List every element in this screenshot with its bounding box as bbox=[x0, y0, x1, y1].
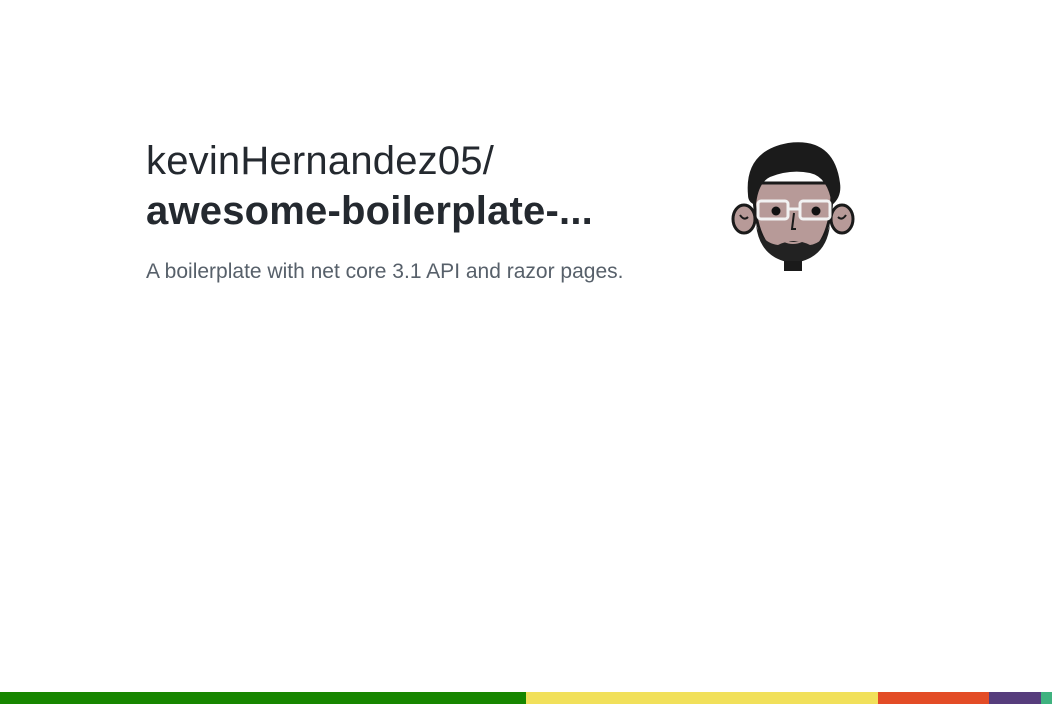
language-bar-segment bbox=[526, 692, 879, 704]
language-bar-segment bbox=[878, 692, 989, 704]
repo-description: A boilerplate with net core 3.1 API and … bbox=[146, 260, 624, 283]
language-bar-segment bbox=[0, 692, 526, 704]
language-bar-segment bbox=[988, 692, 1042, 704]
repo-name: awesome-boilerplate-... bbox=[146, 189, 593, 233]
language-bar-segment bbox=[1041, 692, 1052, 704]
language-bar bbox=[0, 692, 1052, 704]
avatar-face-icon bbox=[731, 142, 855, 271]
repo-owner: kevinHernandez05/ bbox=[146, 139, 495, 183]
owner-avatar bbox=[730, 133, 856, 273]
repository-social-card: kevinHernandez05/ awesome-boilerplate-..… bbox=[0, 0, 1052, 704]
